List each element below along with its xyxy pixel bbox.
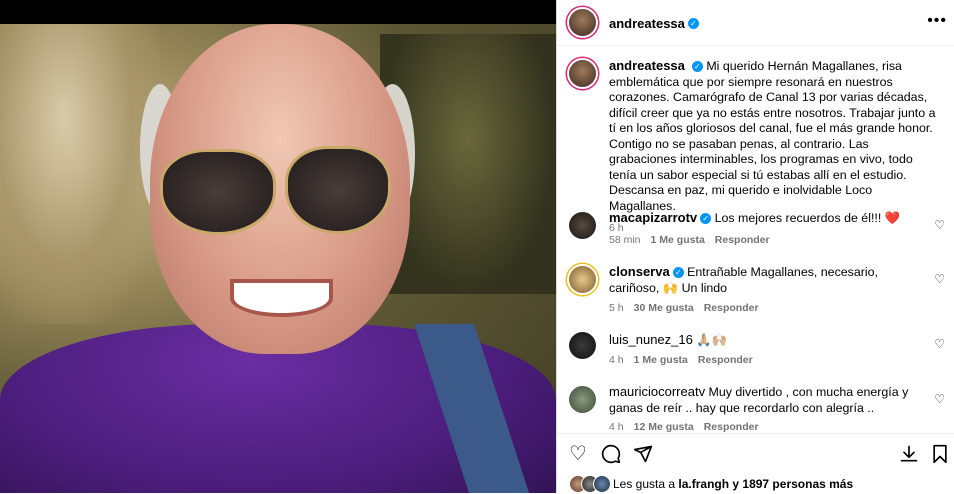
likes-prefix: Les gusta a [613,477,679,491]
likes-count[interactable]: y 1897 personas más [729,477,853,491]
photo-image [0,24,556,493]
comment-like-icon[interactable]: ♡ [934,337,945,351]
likes-summary: Les gusta a la.frangh y 1897 personas má… [613,477,853,491]
caption-text: Mi querido Hernán Magallanes, risa emble… [609,59,936,213]
author-username[interactable]: andreatessa [609,16,685,31]
reply-button[interactable]: Responder [698,354,753,366]
comment-avatar[interactable] [569,332,596,359]
comment-time: 5 h [609,302,624,314]
comment-text: 🙏🏼🙌🏼 [696,333,728,347]
download-icon[interactable] [899,444,919,468]
reply-button[interactable]: Responder [715,234,770,246]
comment-like-icon[interactable]: ♡ [934,272,945,286]
comment-avatar[interactable] [569,386,596,413]
comment-avatar[interactable] [569,212,596,239]
post-panel: andreatessa ✓ ••• andreatessa ✓ Mi querido… [556,0,954,493]
post-photo[interactable] [0,0,556,493]
action-bar: ♡ Les gusta a la.frangh y 1897 personas … [557,433,954,494]
verified-icon: ✓ [687,18,699,30]
comment-like-icon[interactable]: ♡ [934,218,945,232]
heart-icon[interactable]: ♡ [569,444,587,464]
comment-username[interactable]: macapizarrotv [609,210,697,225]
comment-like-icon[interactable]: ♡ [934,392,945,406]
verified-icon: ✓ [691,61,703,73]
comment-avatar[interactable] [569,266,596,293]
caption-username[interactable]: andreatessa [609,58,685,73]
comment-likes[interactable]: 1 Me gusta [634,354,688,366]
comment-username[interactable]: mauriciocorreatv [609,384,705,399]
share-icon[interactable] [633,444,653,468]
comment-time: 4 h [609,421,624,433]
verified-icon: ✓ [700,213,712,225]
liker-avatar [593,475,611,493]
bookmark-icon[interactable] [931,444,949,468]
caption-avatar[interactable] [569,60,596,87]
comment-username[interactable]: clonserva [609,264,670,279]
comment-time: 4 h [609,354,624,366]
comment-likes[interactable]: 1 Me gusta [651,234,705,246]
post-header: andreatessa ✓ ••• [557,0,954,46]
author-avatar[interactable] [569,9,596,36]
reply-button[interactable]: Responder [704,421,759,433]
comment-icon[interactable] [601,444,621,468]
comment-time: 58 min [609,234,641,246]
comment-username[interactable]: luis_nunez_16 [609,332,693,347]
verified-icon: ✓ [672,267,684,279]
comment-likes[interactable]: 30 Me gusta [634,302,694,314]
more-options-icon[interactable]: ••• [927,12,947,30]
comment-text: Los mejores recuerdos de él!!! ❤️ [714,211,901,225]
reply-button[interactable]: Responder [704,302,759,314]
comment-likes[interactable]: 12 Me gusta [634,421,694,433]
likes-user[interactable]: la.frangh [678,477,729,491]
